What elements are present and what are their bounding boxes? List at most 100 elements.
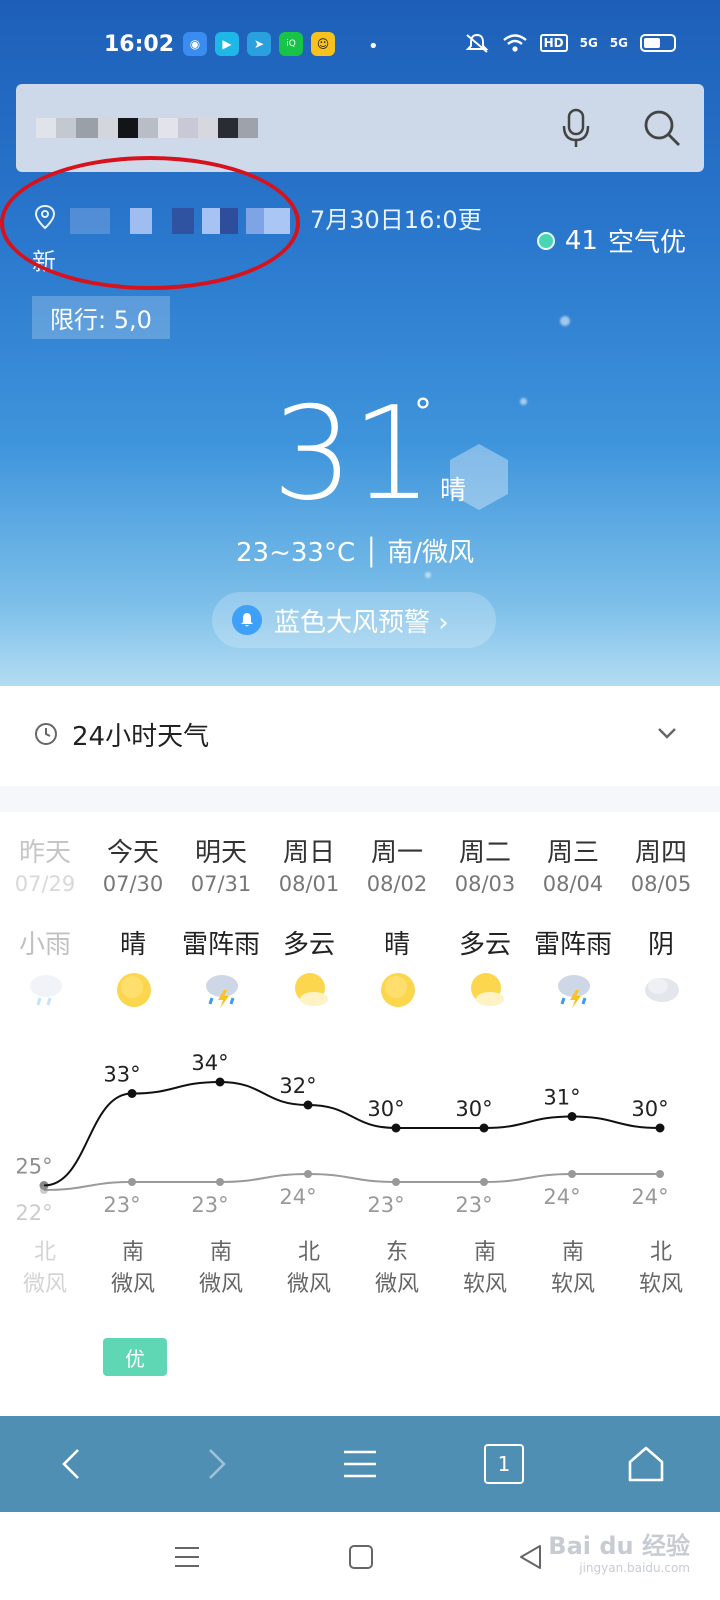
- hourly-weather-header[interactable]: 24小时天气: [0, 686, 720, 786]
- forecast-weather-label: 多云: [458, 930, 511, 960]
- home-square-icon[interactable]: [346, 1542, 376, 1572]
- low-temperature-label: 23°: [455, 1193, 492, 1217]
- forecast-wind-level: 微风: [110, 1272, 155, 1297]
- hd-voice-icon: HD: [539, 34, 568, 52]
- forecast-wind-level: 软风: [550, 1272, 595, 1297]
- low-temperature-point: [656, 1170, 664, 1178]
- high-temperature-label: 30°: [367, 1097, 404, 1121]
- mute-bell-icon: [465, 33, 488, 53]
- forecast-wind-level: 微风: [374, 1272, 419, 1297]
- high-temperature-point: [391, 1123, 401, 1133]
- traffic-restriction: 限行: 5,0: [32, 296, 170, 339]
- forecast-day-label: 周四: [634, 838, 687, 868]
- forecast-date-label: 07/29: [14, 872, 76, 896]
- back-triangle-icon[interactable]: [516, 1542, 546, 1572]
- high-temperature-label: 32°: [279, 1074, 316, 1098]
- low-temperature-label: 24°: [543, 1185, 580, 1209]
- forecast-wind-direction: 南: [209, 1240, 232, 1265]
- status-time: 16:02: [104, 32, 175, 57]
- wifi-icon: [502, 34, 527, 52]
- low-temperature-label: 24°: [631, 1185, 668, 1209]
- hourly-weather-title: 24小时天气: [72, 722, 210, 752]
- forecast-weather-label: 晴: [383, 930, 410, 960]
- air-quality-badge: 优: [103, 1338, 167, 1376]
- low-temperature-point: [40, 1186, 48, 1194]
- high-temperature-label: 30°: [455, 1097, 492, 1121]
- forecast-date-label: 08/03: [454, 872, 516, 896]
- weather-hero: 16:02 ◉ ▶ ➤ iQ ☺ • HD 5G 5G 7月30日16:0更 新…: [0, 0, 720, 686]
- forecast-date-label: 07/31: [190, 872, 252, 896]
- low-temperature-point: [304, 1170, 312, 1178]
- status-bar: 16:02 ◉ ▶ ➤ iQ ☺ • HD 5G 5G: [0, 28, 720, 68]
- video-app-icon: ▶: [215, 32, 239, 56]
- forecast-wind-level: 软风: [638, 1272, 683, 1297]
- high-temperature-point: [655, 1123, 665, 1133]
- forecast-day-label: 周三: [546, 838, 599, 868]
- watermark-brand: Bai du 经验: [548, 1532, 690, 1560]
- high-temperature-point: [479, 1123, 489, 1133]
- high-temperature-point: [567, 1112, 577, 1121]
- tabs-button[interactable]: 1: [484, 1444, 524, 1484]
- forecast-date-label: 08/04: [542, 872, 604, 896]
- forecast-day-label: 周二: [458, 838, 511, 868]
- air-quality-indicator[interactable]: 41 空气优: [536, 222, 686, 259]
- forecast-wind-direction: 北: [297, 1240, 320, 1265]
- home-icon[interactable]: [626, 1444, 666, 1484]
- game-app-icon: ☺: [311, 32, 335, 56]
- forecast-day-label: 今天: [106, 838, 159, 868]
- sparkle-decoration: [425, 572, 431, 578]
- forecast-date-label: 08/01: [278, 872, 340, 896]
- high-temperature-label: 30°: [631, 1097, 668, 1121]
- warning-text: 蓝色大风预警 ›: [274, 607, 449, 638]
- sparkle-decoration: [560, 316, 570, 326]
- low-temperature-label: 22°: [15, 1201, 52, 1224]
- signal-5g-icon: 5G: [579, 36, 598, 50]
- microphone-icon[interactable]: [558, 108, 594, 148]
- forecast-wind-level: 微风: [198, 1272, 243, 1297]
- back-arrow-icon[interactable]: [52, 1444, 92, 1484]
- low-temperature-label: 23°: [191, 1193, 228, 1217]
- forecast-weather-label: 小雨: [18, 930, 71, 960]
- current-condition: 晴: [440, 476, 467, 506]
- highlight-ellipse: [0, 156, 300, 290]
- browser-app-icon: ◉: [183, 32, 207, 56]
- daily-forecast: 25° 22° 33° 23° 34° 23° 32° 24° 30° 23° 30° 23° 31° 2…: [0, 812, 720, 1416]
- tab-count: 1: [497, 1452, 511, 1476]
- menu-icon[interactable]: [340, 1444, 380, 1484]
- forecast-wind-level: 软风: [462, 1272, 507, 1297]
- weather-warning-button[interactable]: 蓝色大风预警 ›: [212, 592, 496, 648]
- sun-icon: [381, 973, 415, 1007]
- sun-icon: [117, 973, 151, 1007]
- thunderstorm-icon: [206, 975, 238, 1008]
- high-temperature-point: [215, 1077, 225, 1087]
- air-quality-dot-icon: [536, 231, 555, 250]
- current-temperature: 31: [272, 380, 433, 529]
- forecast-wind-direction: 南: [473, 1240, 496, 1265]
- forecast-day-label: 周一: [370, 838, 423, 868]
- low-temperature-label: 23°: [103, 1193, 140, 1217]
- high-temperature-point: [127, 1089, 137, 1098]
- forecast-weather-label: 晴: [119, 930, 146, 960]
- recent-apps-icon[interactable]: [172, 1542, 202, 1572]
- low-temperature-label: 24°: [279, 1185, 316, 1209]
- baidu-watermark: Bai du 经验 jingyan.baidu.com: [548, 1526, 690, 1575]
- aqi-value: 41: [564, 225, 598, 256]
- forecast-weather-label: 多云: [282, 930, 335, 960]
- partly-cloudy-icon: [295, 973, 328, 1006]
- high-temperature-label: 33°: [103, 1063, 140, 1087]
- chevron-down-icon[interactable]: [654, 720, 680, 746]
- forecast-date-label: 08/05: [630, 872, 692, 896]
- temperature-range-wind: 23~33°C │ 南/微风: [236, 538, 475, 568]
- forecast-wind-level: 微风: [286, 1272, 331, 1297]
- forecast-weather-label: 雷阵雨: [181, 930, 260, 960]
- search-icon[interactable]: [642, 108, 682, 148]
- forecast-wind-direction: 北: [33, 1240, 56, 1265]
- system-navigation-bar: Bai du 经验 jingyan.baidu.com: [0, 1512, 720, 1600]
- forward-arrow-icon[interactable]: [196, 1444, 236, 1484]
- high-temperature-point: [303, 1100, 313, 1110]
- temperature-chart: 25° 22° 33° 23° 34° 23° 32° 24° 30° 23° 30° 23° 31° 2…: [15, 1051, 668, 1224]
- status-indicators: HD 5G 5G: [464, 32, 676, 54]
- low-temperature-point: [568, 1170, 576, 1178]
- battery-icon: [640, 34, 676, 52]
- forecast-day-label: 明天: [194, 838, 247, 868]
